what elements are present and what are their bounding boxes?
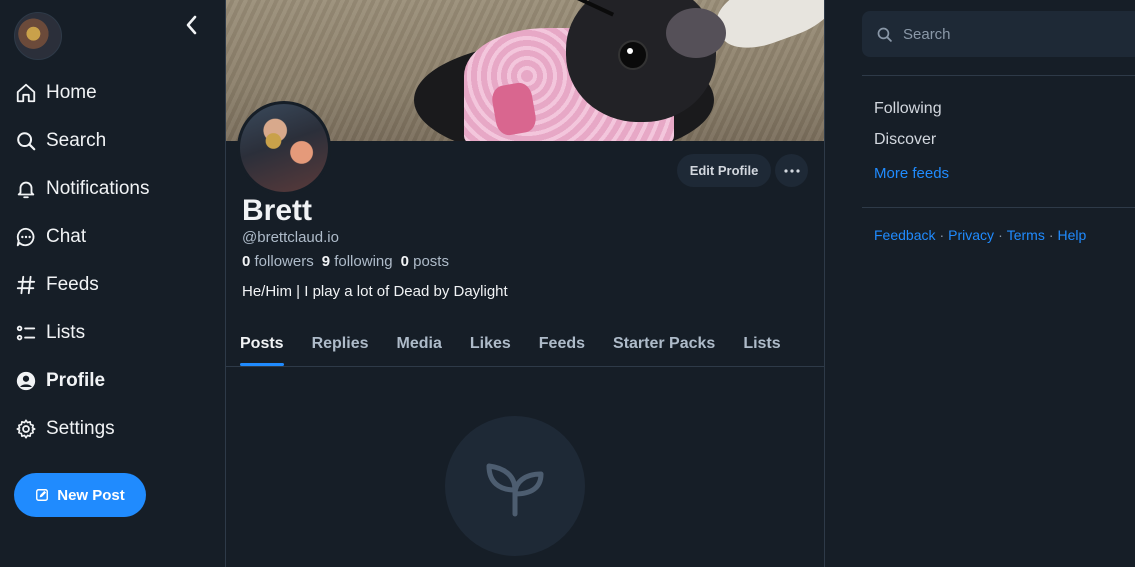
new-post-label: New Post <box>57 486 125 504</box>
nav-item-label: Chat <box>46 226 87 247</box>
profile-handle: @brettclaud.io <box>242 229 339 246</box>
empty-state-illustration <box>445 416 585 556</box>
divider <box>862 75 1135 76</box>
tab-feeds[interactable]: Feeds <box>539 322 585 366</box>
feed-link-following[interactable]: Following <box>874 100 942 118</box>
gear-icon <box>14 417 38 441</box>
nav-item-settings[interactable]: Settings <box>14 405 150 453</box>
search-icon <box>877 27 892 42</box>
right-sidebar: Following Discover More feeds Feedback ·… <box>826 0 1135 567</box>
nav-item-lists[interactable]: Lists <box>14 309 150 357</box>
bell-icon <box>14 177 38 201</box>
user-avatar[interactable] <box>14 12 62 60</box>
list-icon <box>14 321 38 345</box>
nav-item-label: Lists <box>46 322 86 343</box>
nav-item-notifications[interactable]: Notifications <box>14 165 150 213</box>
tab-posts[interactable]: Posts <box>240 322 284 366</box>
compose-icon <box>36 489 49 501</box>
edit-profile-button[interactable]: Edit Profile <box>677 154 771 187</box>
posts-label: posts <box>413 253 449 270</box>
feed-link-discover[interactable]: Discover <box>874 131 936 149</box>
ellipsis-icon <box>783 168 800 173</box>
followers-link[interactable]: 0 followers <box>242 253 314 270</box>
following-link[interactable]: 9 following <box>322 253 393 270</box>
search-input[interactable] <box>903 25 1103 43</box>
nav-item-label: Settings <box>46 418 115 439</box>
tab-likes[interactable]: Likes <box>470 322 511 366</box>
edit-profile-label: Edit Profile <box>689 163 759 178</box>
tab-media[interactable]: Media <box>397 322 442 366</box>
profile-column: Edit Profile Brett @brettclaud.io 0 foll… <box>225 0 825 567</box>
nav-item-label: Home <box>46 82 97 103</box>
terms-link[interactable]: Terms <box>1007 227 1045 243</box>
posts-count: 0 <box>400 253 409 270</box>
chat-icon <box>14 225 38 249</box>
collapse-sidebar-button[interactable] <box>180 12 204 38</box>
followers-count: 0 <box>242 253 251 270</box>
nav-item-home[interactable]: Home <box>14 69 150 117</box>
person-icon <box>14 369 38 393</box>
nav-item-label: Profile <box>46 370 106 391</box>
chevron-left-icon <box>186 15 197 35</box>
display-name: Brett <box>242 194 313 227</box>
divider <box>862 207 1135 208</box>
feedback-link[interactable]: Feedback <box>874 227 935 243</box>
profile-stats: 0 followers 9 following 0 posts <box>242 253 457 270</box>
banner-dog-eye <box>618 40 648 70</box>
search-box[interactable] <box>862 11 1135 57</box>
nav-list: Home Search Notifications Chat Feeds Lis… <box>14 69 150 453</box>
privacy-link[interactable]: Privacy <box>948 227 994 243</box>
nav-item-label: Feeds <box>46 274 99 295</box>
hash-icon <box>14 273 38 297</box>
following-label: following <box>334 253 393 270</box>
more-options-button[interactable] <box>775 154 808 187</box>
sprout-icon <box>486 463 544 517</box>
nav-item-label: Search <box>46 130 107 151</box>
tab-replies[interactable]: Replies <box>312 322 369 366</box>
profile-tabs: Posts Replies Media Likes Feeds Starter … <box>226 322 824 367</box>
following-count: 9 <box>321 253 331 270</box>
nav-item-label: Notifications <box>46 178 150 199</box>
new-post-button[interactable]: New Post <box>14 473 146 517</box>
help-link[interactable]: Help <box>1058 227 1087 243</box>
nav-item-feeds[interactable]: Feeds <box>14 261 150 309</box>
left-sidebar: Home Search Notifications Chat Feeds Lis… <box>0 0 226 567</box>
followers-label: followers <box>254 253 314 270</box>
profile-avatar[interactable] <box>237 101 331 195</box>
footer-links: Feedback · Privacy · Terms · Help <box>874 227 1087 243</box>
profile-bio: He/Him | I play a lot of Dead by Dayligh… <box>242 283 508 300</box>
tab-starter-packs[interactable]: Starter Packs <box>613 322 715 366</box>
nav-item-search[interactable]: Search <box>14 117 150 165</box>
tab-lists[interactable]: Lists <box>743 322 780 366</box>
search-icon <box>14 129 38 153</box>
more-feeds-link[interactable]: More feeds <box>874 165 949 182</box>
nav-item-chat[interactable]: Chat <box>14 213 150 261</box>
home-icon <box>14 81 38 105</box>
nav-item-profile[interactable]: Profile <box>14 357 150 405</box>
posts-stat: 0 posts <box>401 253 449 270</box>
